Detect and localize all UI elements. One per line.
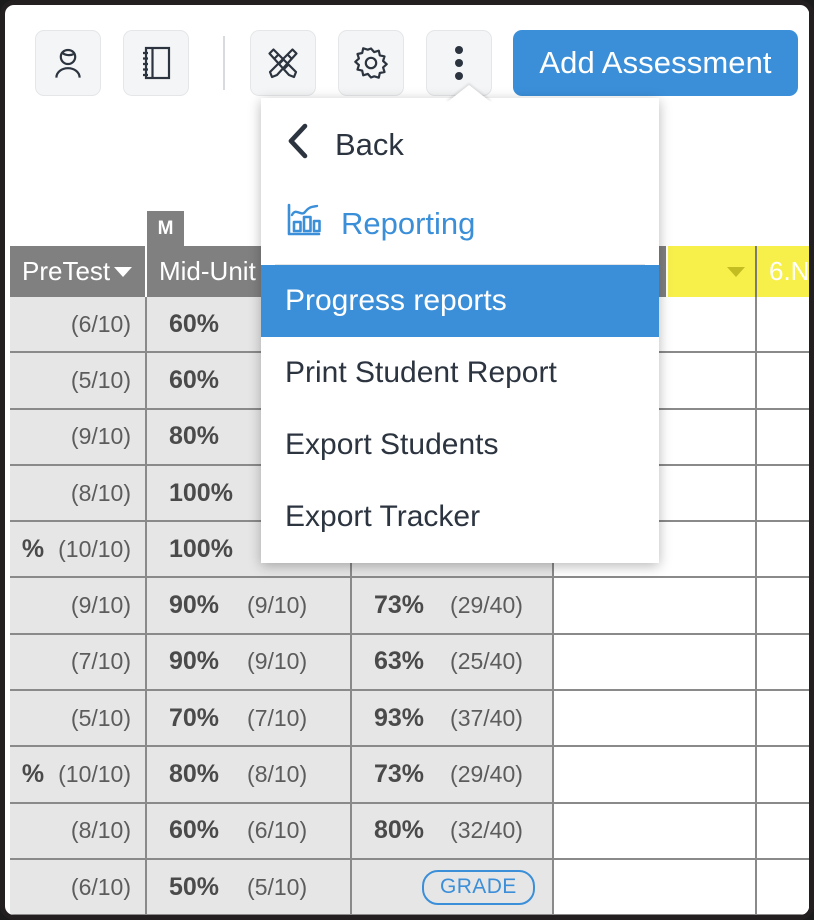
- cell-empty-b[interactable]: [757, 409, 809, 464]
- cell-midunit[interactable]: 70% (7/10): [147, 691, 352, 746]
- menu-item-label: Back: [335, 127, 404, 162]
- cell-pretest[interactable]: (6/10): [10, 297, 147, 352]
- more-options-button[interactable]: [426, 30, 492, 96]
- cell-midunit[interactable]: 80% (8/10): [147, 747, 352, 802]
- cell-empty-b[interactable]: [757, 747, 809, 802]
- student-icon: [50, 44, 86, 82]
- cell-midunit[interactable]: 90% (9/10): [147, 634, 352, 690]
- cell-total[interactable]: 80% (32/40): [352, 803, 554, 858]
- cell-empty-a[interactable]: [554, 691, 757, 746]
- gear-icon: [352, 44, 390, 82]
- add-assessment-button[interactable]: Add Assessment: [513, 30, 798, 96]
- cell-empty-b[interactable]: [757, 578, 809, 633]
- cell-empty-b[interactable]: [757, 353, 809, 408]
- more-options-menu[interactable]: Back Reporting Progress reports Print St…: [261, 98, 659, 563]
- cell-empty-a[interactable]: [554, 634, 757, 690]
- cell-total[interactable]: 73% (29/40): [352, 578, 554, 633]
- settings-icon-button[interactable]: [338, 30, 404, 96]
- cell-pretest[interactable]: (9/10): [10, 578, 147, 633]
- cell-empty-a[interactable]: [554, 859, 757, 915]
- cell-pretest[interactable]: (5/10): [10, 691, 147, 746]
- menu-item-print-student-report[interactable]: Print Student Report: [261, 337, 659, 409]
- column-header-label: PreTest: [22, 256, 111, 286]
- bar-chart-icon: [285, 202, 323, 246]
- menu-item-export-tracker[interactable]: Export Tracker: [261, 481, 659, 553]
- table-row[interactable]: (9/10) 90% (9/10) 73% (29/40): [10, 578, 809, 635]
- app-window: Add Assessment M PreTest Mid-Unit 6.N (6…: [0, 0, 814, 920]
- cell-pretest[interactable]: % (10/10): [10, 522, 147, 577]
- menu-item-progress-reports[interactable]: Progress reports: [261, 265, 659, 337]
- design-icon-button[interactable]: [250, 30, 316, 96]
- cell-total[interactable]: 63% (25/40): [352, 634, 554, 690]
- menu-item-reporting[interactable]: Reporting: [261, 184, 659, 264]
- column-header-label: 6.N: [769, 256, 810, 286]
- cell-empty-a[interactable]: [554, 578, 757, 633]
- table-row[interactable]: % (10/10) 80% (8/10) 73% (29/40): [10, 747, 809, 804]
- cell-empty-b[interactable]: [757, 634, 809, 690]
- cell-empty-b[interactable]: [757, 803, 809, 858]
- menu-item-label: Print Student Report: [285, 356, 557, 389]
- cell-pretest[interactable]: % (10/10): [10, 747, 147, 802]
- cell-empty-b[interactable]: [757, 691, 809, 746]
- cell-pretest[interactable]: (8/10): [10, 803, 147, 858]
- cell-total[interactable]: GRADE: [352, 859, 554, 915]
- grade-button[interactable]: GRADE: [422, 869, 535, 905]
- toolbar-divider: [223, 36, 225, 90]
- cell-empty-b[interactable]: [757, 522, 809, 577]
- unit-tab-badge[interactable]: M: [147, 211, 184, 246]
- column-header-label: Mid-Unit: [159, 256, 256, 286]
- cell-pretest[interactable]: (8/10): [10, 465, 147, 521]
- menu-item-label: Export Tracker: [285, 500, 481, 533]
- cell-total[interactable]: 73% (29/40): [352, 747, 554, 802]
- cell-pretest[interactable]: (9/10): [10, 409, 147, 464]
- chevron-down-icon[interactable]: [114, 266, 133, 277]
- cell-empty-a[interactable]: [554, 747, 757, 802]
- menu-item-label: Reporting: [341, 206, 476, 241]
- cell-pretest[interactable]: (5/10): [10, 353, 147, 408]
- cell-pretest[interactable]: (6/10): [10, 859, 147, 915]
- menu-item-export-students[interactable]: Export Students: [261, 409, 659, 481]
- cell-midunit[interactable]: 90% (9/10): [147, 578, 352, 633]
- cell-pretest[interactable]: (7/10): [10, 634, 147, 690]
- cell-midunit[interactable]: 60% (6/10): [147, 803, 352, 858]
- cell-empty-b[interactable]: [757, 859, 809, 915]
- design-icon: [263, 43, 303, 83]
- menu-item-back[interactable]: Back: [261, 106, 659, 184]
- app-window-inner: Add Assessment M PreTest Mid-Unit 6.N (6…: [10, 10, 810, 915]
- kebab-icon: [454, 45, 464, 81]
- book-icon: [139, 44, 173, 82]
- table-row[interactable]: (8/10) 60% (6/10) 80% (32/40): [10, 803, 809, 860]
- table-row[interactable]: (7/10) 90% (9/10) 63% (25/40): [10, 634, 809, 692]
- student-icon-button[interactable]: [35, 30, 101, 96]
- column-header-pretest[interactable]: PreTest: [10, 246, 147, 297]
- menu-item-label: Progress reports: [285, 284, 507, 317]
- chevron-left-icon: [285, 121, 311, 169]
- table-row[interactable]: (6/10) 50% (5/10) GRADE: [10, 859, 809, 915]
- cell-total[interactable]: 93% (37/40): [352, 691, 554, 746]
- cell-midunit[interactable]: 50% (5/10): [147, 859, 352, 915]
- column-header-standard-6n[interactable]: 6.N: [757, 246, 810, 297]
- notebook-icon-button[interactable]: [123, 30, 189, 96]
- table-row[interactable]: (5/10) 70% (7/10) 93% (37/40): [10, 691, 809, 748]
- cell-empty-b[interactable]: [757, 297, 809, 352]
- chevron-down-icon[interactable]: [727, 266, 745, 277]
- cell-empty-a[interactable]: [554, 803, 757, 858]
- column-header-standard-filter[interactable]: [668, 246, 757, 297]
- cell-empty-b[interactable]: [757, 465, 809, 521]
- menu-item-label: Export Students: [285, 428, 499, 461]
